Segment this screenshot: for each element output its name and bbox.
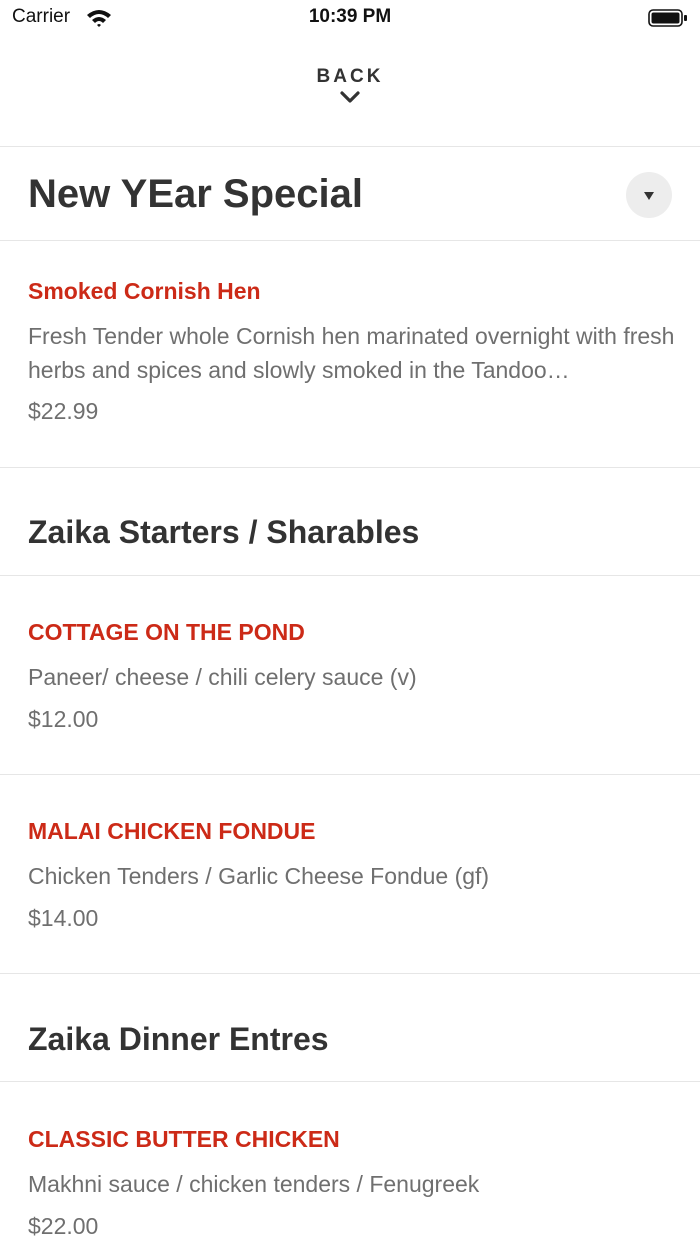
dropdown-triangle-icon	[644, 192, 654, 200]
back-label: BACK	[316, 66, 384, 87]
divider	[0, 467, 700, 468]
item-name: Smoked Cornish Hen	[28, 278, 261, 304]
item-price: $22.99	[28, 398, 99, 424]
divider	[0, 973, 700, 974]
divider	[0, 1081, 700, 1082]
item-price: $22.00	[28, 1213, 99, 1239]
divider	[0, 774, 700, 775]
section-title: Zaika Starters / Sharables	[28, 514, 420, 550]
item-name: CLASSIC BUTTER CHICKEN	[28, 1126, 340, 1152]
status-bar: Carrier 10:39 PM	[0, 0, 700, 36]
item-description: Fresh Tender whole Cornish hen marinated…	[28, 323, 675, 383]
item-name: COTTAGE ON THE POND	[28, 619, 305, 645]
item-description: Chicken Tenders / Garlic Cheese Fondue (…	[28, 863, 490, 889]
item-price: $14.00	[28, 905, 99, 931]
divider	[0, 575, 700, 576]
divider	[0, 240, 700, 241]
item-price: $12.00	[28, 706, 99, 732]
item-description: Makhni sauce / chicken tenders / Fenugre…	[28, 1171, 480, 1197]
collapse-toggle-button[interactable]	[626, 172, 672, 218]
clock: 10:39 PM	[308, 6, 392, 27]
chevron-down-icon	[340, 91, 360, 103]
item-description: Paneer/ cheese / chili celery sauce (v)	[28, 664, 417, 690]
item-name: MALAI CHICKEN FONDUE	[28, 818, 316, 844]
back-button[interactable]: BACK	[0, 66, 700, 104]
battery-icon	[648, 9, 688, 32]
category-title: New YEar Special	[28, 172, 363, 216]
section-title: Zaika Dinner Entres	[28, 1021, 329, 1057]
divider	[0, 146, 700, 147]
